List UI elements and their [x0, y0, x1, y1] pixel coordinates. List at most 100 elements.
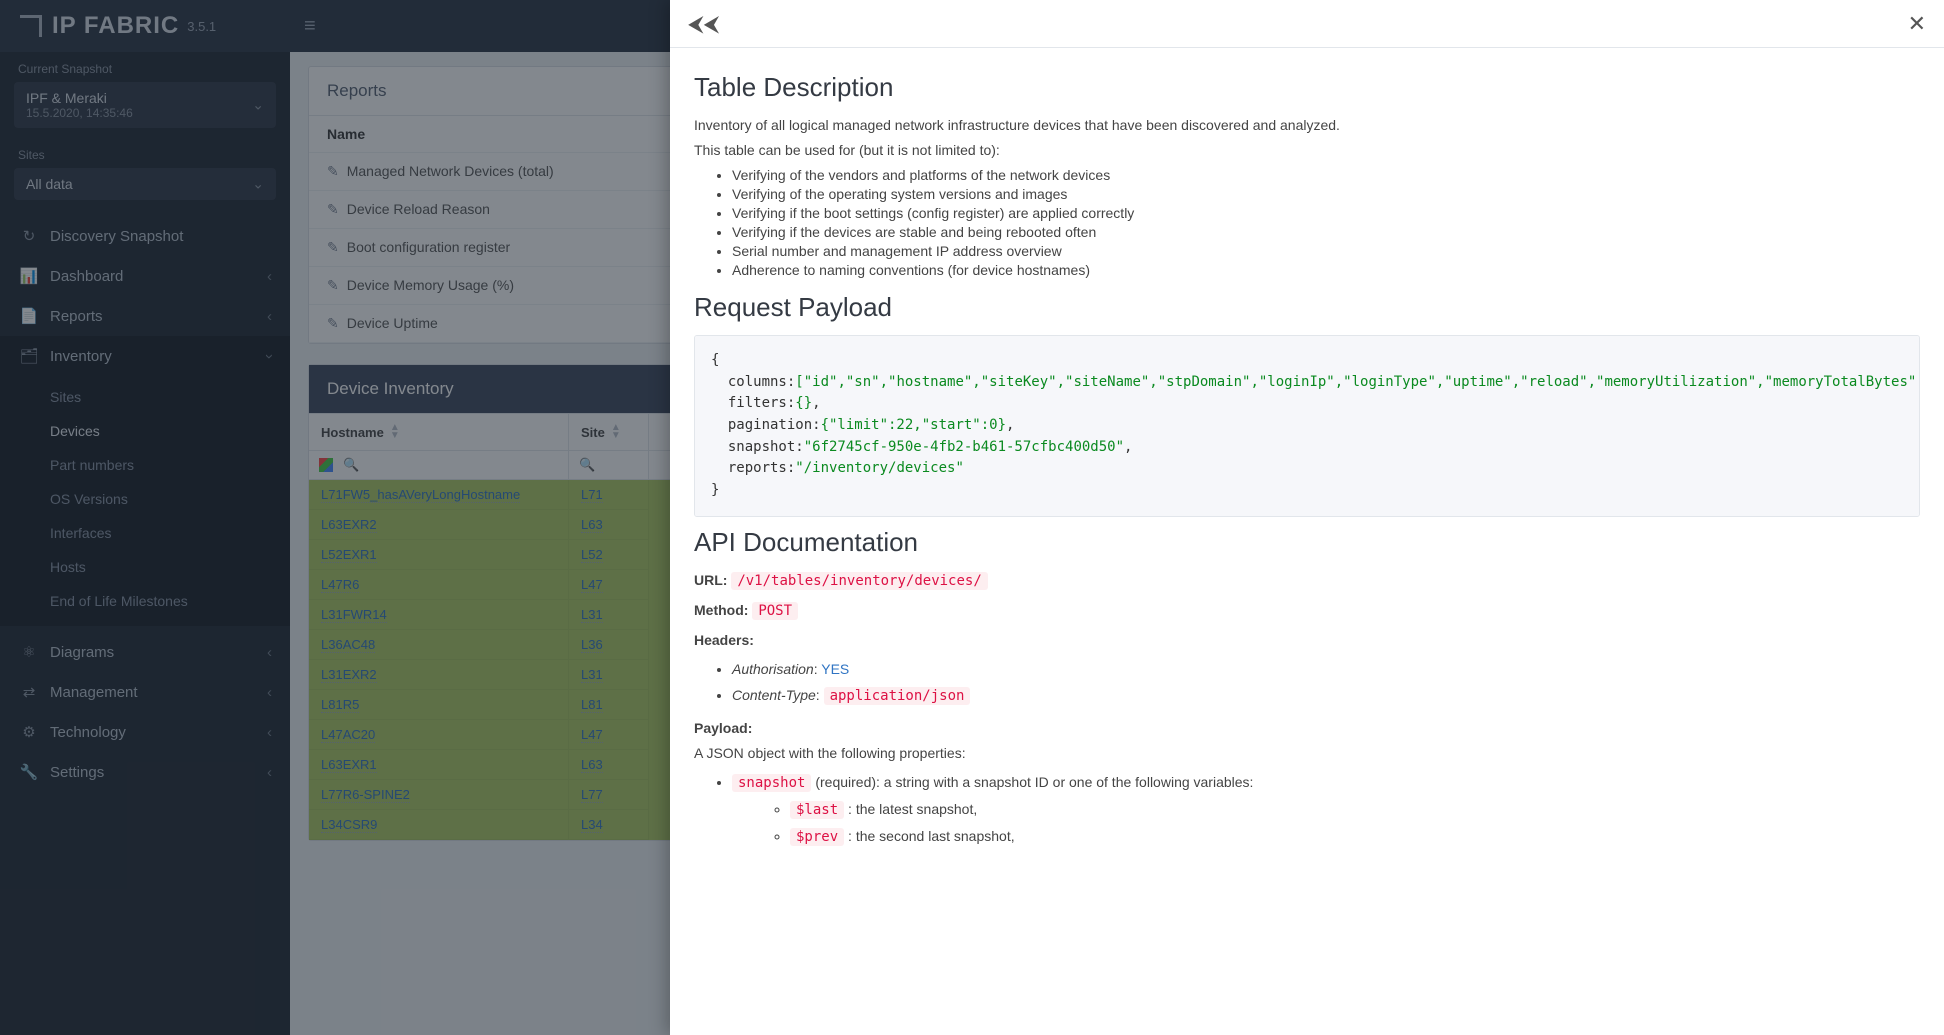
sites-selector[interactable]: All data ⌄: [14, 168, 276, 200]
site-link[interactable]: L31: [581, 667, 603, 683]
hamburger-icon[interactable]: ≡: [304, 15, 316, 38]
nav-inventory[interactable]: 🗂Inventory: [0, 336, 290, 376]
nav-management[interactable]: ⇄Management: [0, 672, 290, 712]
api-payload-label: Payload:: [694, 718, 1920, 739]
site-link[interactable]: L47: [581, 577, 603, 593]
cell-site: L63: [569, 750, 649, 780]
list-item: Verifying of the vendors and platforms o…: [732, 167, 1920, 183]
request-payload-code[interactable]: { columns:["id","sn","hostname","siteKey…: [694, 335, 1920, 517]
app-name: IP FABRIC: [52, 12, 179, 40]
snapshot-vars: $last : the latest snapshot, $prev : the…: [732, 801, 1920, 845]
hostname-link[interactable]: L31EXR2: [321, 667, 377, 683]
headers-list: Authorisation: YES Content-Type: applica…: [694, 661, 1920, 704]
cell-hostname: L47AC20: [309, 720, 569, 750]
heading-request-payload: Request Payload: [694, 292, 1920, 323]
sort-icon: ▲▼: [390, 424, 400, 440]
site-link[interactable]: L63: [581, 517, 603, 533]
wrench-icon: 🔧: [18, 763, 40, 781]
hostname-link[interactable]: L81R5: [321, 697, 359, 713]
cell-hostname: L31EXR2: [309, 660, 569, 690]
subnav-hosts[interactable]: Hosts: [0, 550, 290, 584]
filter-hostname[interactable]: 🔍: [309, 451, 569, 479]
edit-icon[interactable]: ✎: [327, 201, 339, 217]
site-link[interactable]: L47: [581, 727, 603, 743]
site-link[interactable]: L77: [581, 787, 603, 803]
cell-hostname: L81R5: [309, 690, 569, 720]
site-link[interactable]: L36: [581, 637, 603, 653]
nav-reports[interactable]: 📄Reports: [0, 296, 290, 336]
site-link[interactable]: L34: [581, 817, 603, 833]
site-link[interactable]: L81: [581, 697, 603, 713]
cell-site: L31: [569, 660, 649, 690]
search-icon[interactable]: 🔍: [343, 457, 359, 473]
payload-props: snapshot (required): a string with a sna…: [694, 774, 1920, 845]
nav-dashboard[interactable]: 📊Dashboard: [0, 256, 290, 296]
inventory-col-site[interactable]: Site▲▼: [569, 414, 649, 450]
panel-toolbar: ⮜⮜ ✕: [670, 0, 1944, 48]
cogs-icon: ⚙: [18, 723, 40, 741]
edit-icon[interactable]: ✎: [327, 239, 339, 255]
sidebar: Current Snapshot IPF & Meraki 15.5.2020,…: [0, 52, 290, 1035]
app-version: 3.5.1: [187, 19, 216, 34]
hostname-link[interactable]: L47R6: [321, 577, 359, 593]
collapse-icon[interactable]: ⮜⮜: [688, 11, 719, 37]
subnav-parts[interactable]: Part numbers: [0, 448, 290, 482]
cell-hostname: L63EXR2: [309, 510, 569, 540]
heading-table-description: Table Description: [694, 72, 1920, 103]
nav-technology[interactable]: ⚙Technology: [0, 712, 290, 752]
subnav-eol[interactable]: End of Life Milestones: [0, 584, 290, 618]
inventory-icon: 🗂: [18, 347, 40, 365]
cell-hostname: L36AC48: [309, 630, 569, 660]
snapshot-selector[interactable]: IPF & Meraki 15.5.2020, 14:35:46 ⌄: [14, 82, 276, 128]
nav-settings[interactable]: 🔧Settings: [0, 752, 290, 792]
hostname-link[interactable]: L71FW5_hasAVeryLongHostname: [321, 487, 520, 503]
nav-diagrams[interactable]: ⚛Diagrams: [0, 632, 290, 672]
site-link[interactable]: L52: [581, 547, 603, 563]
cell-hostname: L77R6-SPINE2: [309, 780, 569, 810]
cell-site: L47: [569, 720, 649, 750]
cell-site: L47: [569, 570, 649, 600]
list-item: Adherence to naming conventions (for dev…: [732, 262, 1920, 278]
var-last: $last : the latest snapshot,: [790, 801, 1920, 818]
site-link[interactable]: L63: [581, 757, 603, 773]
desc-p2: This table can be used for (but it is no…: [694, 140, 1920, 161]
edit-icon[interactable]: ✎: [327, 315, 339, 331]
payload-text: A JSON object with the following propert…: [694, 743, 1920, 764]
hostname-link[interactable]: L77R6-SPINE2: [321, 787, 410, 803]
intent-filter-icon[interactable]: [319, 458, 333, 472]
exchange-icon: ⇄: [18, 683, 40, 701]
cell-site: L31: [569, 600, 649, 630]
cell-hostname: L71FW5_hasAVeryLongHostname: [309, 480, 569, 510]
filter-site[interactable]: 🔍: [569, 451, 649, 479]
edit-icon[interactable]: ✎: [327, 163, 339, 179]
close-icon[interactable]: ✕: [1908, 11, 1926, 37]
hostname-link[interactable]: L47AC20: [321, 727, 375, 743]
hostname-link[interactable]: L63EXR2: [321, 517, 377, 533]
cell-site: L77: [569, 780, 649, 810]
refresh-icon: ↻: [18, 227, 40, 245]
hostname-link[interactable]: L63EXR1: [321, 757, 377, 773]
hostname-link[interactable]: L36AC48: [321, 637, 375, 653]
inventory-col-hostname[interactable]: Hostname▲▼: [309, 414, 569, 450]
api-method: Method: POST: [694, 600, 1920, 622]
hostname-link[interactable]: L31FWR14: [321, 607, 387, 623]
panel-body[interactable]: Table Description Inventory of all logic…: [670, 48, 1944, 1035]
subnav-interfaces[interactable]: Interfaces: [0, 516, 290, 550]
prop-snapshot: snapshot (required): a string with a sna…: [732, 774, 1920, 845]
subnav-sites[interactable]: Sites: [0, 380, 290, 414]
site-link[interactable]: L31: [581, 607, 603, 623]
api-url: URL: /v1/tables/inventory/devices/: [694, 570, 1920, 592]
desc-list: Verifying of the vendors and platforms o…: [694, 167, 1920, 278]
list-item: Serial number and management IP address …: [732, 243, 1920, 259]
site-link[interactable]: L71: [581, 487, 603, 503]
nav-discovery[interactable]: ↻Discovery Snapshot: [0, 216, 290, 256]
hostname-link[interactable]: L34CSR9: [321, 817, 377, 833]
subnav-devices[interactable]: Devices: [0, 414, 290, 448]
hostname-link[interactable]: L52EXR1: [321, 547, 377, 563]
search-icon[interactable]: 🔍: [579, 457, 595, 473]
list-item: Verifying if the boot settings (config r…: [732, 205, 1920, 221]
edit-icon[interactable]: ✎: [327, 277, 339, 293]
gauge-icon: 📊: [18, 267, 40, 285]
subnav-os[interactable]: OS Versions: [0, 482, 290, 516]
snapshot-title: IPF & Meraki: [26, 90, 264, 106]
